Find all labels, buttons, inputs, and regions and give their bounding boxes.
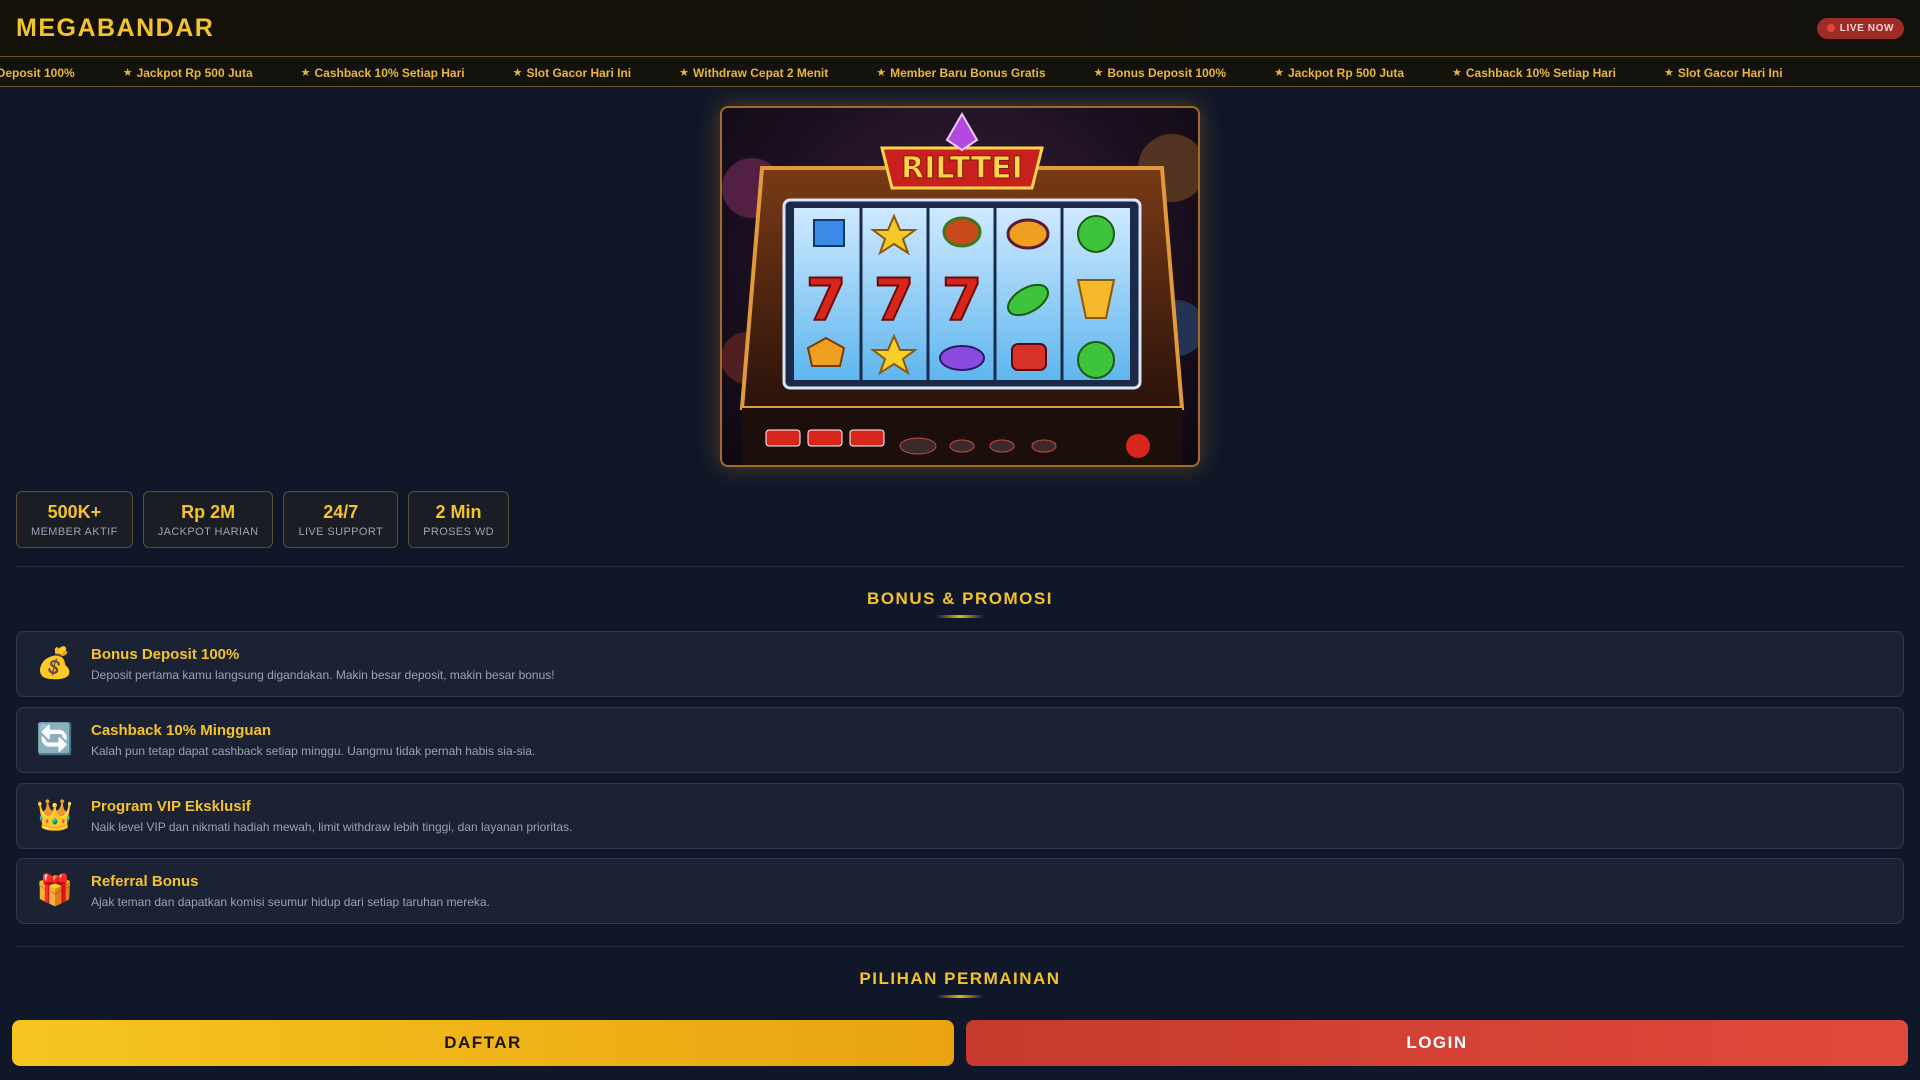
stat-value: Rp 2M [181, 501, 236, 522]
ticker-track: nus Deposit 100%★Jackpot Rp 500 Juta★Cas… [0, 57, 1831, 86]
star-icon: ★ [300, 67, 311, 79]
login-button[interactable]: LOGIN [966, 1020, 1908, 1066]
promo-ticker: nus Deposit 100%★Jackpot Rp 500 Juta★Cas… [0, 56, 1920, 87]
stat-label: LIVE SUPPORT [298, 525, 384, 538]
games-title-underline [936, 995, 984, 998]
promo-title: Program VIP Eksklusif [91, 798, 251, 815]
stat-card-jackpot: Rp 2M JACKPOT HARIAN [142, 491, 274, 548]
promo-card-deposit[interactable]: 💰 Bonus Deposit 100% Deposit pertama kam… [16, 631, 1904, 697]
promo-description: Naik level VIP dan nikmati hadiah mewah,… [91, 820, 573, 834]
promo-section-title: BONUS & PROMOSI [867, 589, 1053, 608]
ticker-item: ★ Jackpot Rp 500 Juta [1274, 66, 1404, 80]
ticker-item: ★ Cashback 10% Setiap Hari [301, 66, 465, 80]
promo-title: Bonus Deposit 100% [91, 646, 240, 663]
stat-card-withdraw: 2 Min PROSES WD [408, 491, 509, 548]
section-divider [16, 946, 1904, 947]
ticker-item: ★ Jackpot Rp 500 Juta [123, 66, 253, 80]
ticker-item-label: Cashback 10% Setiap Hari [314, 65, 465, 80]
section-divider [16, 566, 1904, 567]
refresh-icon: 🔄 [36, 723, 74, 756]
live-now-label: LIVE NOW [1839, 22, 1894, 34]
ticker-item-label: Bonus Deposit 100% [1107, 65, 1227, 80]
ticker-item-label: Slot Gacor Hari Ini [526, 65, 632, 80]
crown-icon: 👑 [36, 799, 74, 832]
live-dot-icon [1826, 24, 1835, 32]
ticker-item-label: Jackpot Rp 500 Juta [136, 65, 253, 80]
star-icon: ★ [1274, 67, 1284, 79]
svg-text:7: 7 [806, 266, 846, 334]
top-header: MEGABANDAR LIVE NOW [0, 0, 1920, 56]
ticker-item: nus Deposit 100% [0, 66, 75, 80]
star-icon: ★ [122, 67, 133, 79]
promo-card-vip[interactable]: 👑 Program VIP Eksklusif Naik level VIP d… [16, 783, 1904, 849]
promo-card-cashback[interactable]: 🔄 Cashback 10% Mingguan Kalah pun tetap … [16, 707, 1904, 773]
star-icon: ★ [1663, 67, 1674, 79]
stat-label: MEMBER AKTIF [31, 525, 118, 538]
hero-slot-machine-image: RILTTEI 7 7 7 [720, 106, 1200, 467]
live-now-badge[interactable]: LIVE NOW [1816, 17, 1904, 39]
ticker-item-label: Member Baru Bonus Gratis [890, 65, 1046, 80]
star-icon: ★ [679, 67, 690, 79]
stat-value: 500K+ [47, 501, 102, 522]
star-icon: ★ [1093, 67, 1104, 79]
promo-title: Cashback 10% Mingguan [91, 722, 272, 739]
ticker-item: ★ Slot Gacor Hari Ini [513, 66, 632, 80]
promo-title-underline [936, 615, 984, 618]
ticker-item: ★ Bonus Deposit 100% [1094, 66, 1227, 80]
promo-description: Kalah pun tetap dapat cashback setiap mi… [91, 744, 536, 758]
games-section-title: PILIHAN PERMAINAN [859, 969, 1061, 988]
stats-row: 500K+ MEMBER AKTIF Rp 2M JACKPOT HARIAN … [16, 491, 509, 548]
stat-label: PROSES WD [423, 525, 494, 538]
promo-title: Referral Bonus [91, 873, 199, 890]
ticker-item-label: nus Deposit 100% [0, 65, 75, 80]
ticker-item-label: Cashback 10% Setiap Hari [1465, 65, 1616, 80]
money-bag-icon: 💰 [36, 647, 74, 680]
stat-value: 24/7 [323, 501, 359, 522]
svg-text:7: 7 [942, 266, 982, 334]
star-icon: ★ [876, 67, 887, 79]
promo-card-referral[interactable]: 🎁 Referral Bonus Ajak teman dan dapatkan… [16, 858, 1904, 924]
brand-logo[interactable]: MEGABANDAR [16, 14, 214, 43]
marquee-text: RILTTEI [901, 151, 1023, 186]
promo-description: Deposit pertama kamu langsung digandakan… [91, 668, 555, 682]
ticker-item: ★ Slot Gacor Hari Ini [1664, 66, 1783, 80]
star-icon: ★ [1452, 67, 1462, 79]
ticker-item-label: Slot Gacor Hari Ini [1677, 65, 1783, 80]
ticker-item: ★ Cashback 10% Setiap Hari [1452, 66, 1616, 80]
svg-text:7: 7 [874, 266, 914, 334]
ticker-item: ★ Member Baru Bonus Gratis [876, 66, 1045, 80]
stat-card-members: 500K+ MEMBER AKTIF [16, 491, 133, 548]
ticker-item: ★ Withdraw Cepat 2 Menit [679, 66, 828, 80]
stat-value: 2 Min [435, 501, 482, 522]
slot-machine-illustration: RILTTEI 7 7 7 [722, 111, 1198, 465]
ticker-item-label: Jackpot Rp 500 Juta [1287, 65, 1405, 80]
stat-label: JACKPOT HARIAN [157, 525, 259, 538]
stat-card-support: 24/7 LIVE SUPPORT [283, 491, 399, 548]
promo-description: Ajak teman dan dapatkan komisi seumur hi… [91, 895, 490, 909]
star-icon: ★ [512, 67, 523, 79]
ticker-item-label: Withdraw Cepat 2 Menit [693, 65, 829, 80]
register-button[interactable]: DAFTAR [12, 1020, 954, 1066]
gift-icon: 🎁 [36, 874, 74, 907]
